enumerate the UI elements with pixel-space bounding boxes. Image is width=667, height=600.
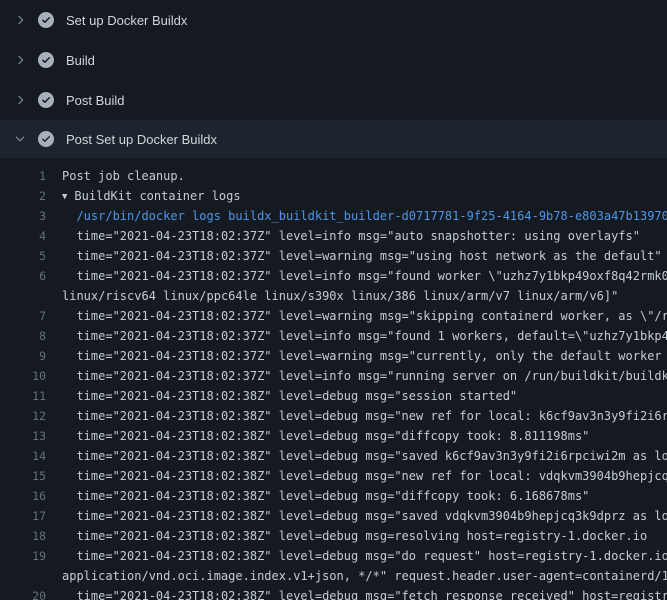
log-line-number[interactable]: 12 <box>0 406 46 426</box>
log-line-text: time="2021-04-23T18:02:38Z" level=debug … <box>62 489 589 503</box>
log-line-text: time="2021-04-23T18:02:38Z" level=debug … <box>62 589 667 600</box>
log-line-text: time="2021-04-23T18:02:38Z" level=debug … <box>62 449 667 463</box>
log-line-number[interactable]: 16 <box>0 486 46 506</box>
log-line: 19 ▼ time="2021-04-23T18:02:38Z" level=d… <box>0 546 667 566</box>
log-line-text: time="2021-04-23T18:02:38Z" level=debug … <box>62 469 667 483</box>
step-header[interactable]: Set up Docker Buildx <box>0 0 667 40</box>
step-label: Post Build <box>66 93 125 108</box>
step-list: Set up Docker Buildx Build <box>0 0 667 158</box>
log-line-text: time="2021-04-23T18:02:37Z" level=warnin… <box>62 249 662 263</box>
check-circle-icon <box>38 131 54 147</box>
check-circle-icon <box>38 52 54 68</box>
log-line-number[interactable]: 4 <box>0 226 46 246</box>
check-circle-icon <box>38 92 54 108</box>
log-line: 8 ▼ time="2021-04-23T18:02:37Z" level=in… <box>0 326 667 346</box>
log-line-text: time="2021-04-23T18:02:37Z" level=info m… <box>62 369 667 383</box>
log-line-text: time="2021-04-23T18:02:38Z" level=debug … <box>62 549 667 563</box>
log-line: ▼application/vnd.oci.image.index.v1+json… <box>0 566 667 586</box>
log-line-number[interactable]: 2 <box>0 186 46 206</box>
log-line-number[interactable]: 7 <box>0 306 46 326</box>
log-line: 17 ▼ time="2021-04-23T18:02:38Z" level=d… <box>0 506 667 526</box>
log-line-number[interactable]: 18 <box>0 526 46 546</box>
step-header[interactable]: Post Set up Docker Buildx <box>0 120 667 158</box>
log-line-text: time="2021-04-23T18:02:38Z" level=debug … <box>62 429 589 443</box>
log-line: 12 ▼ time="2021-04-23T18:02:38Z" level=d… <box>0 406 667 426</box>
log-line-number[interactable]: 6 <box>0 266 46 286</box>
log-line-text: linux/riscv64 linux/ppc64le linux/s390x … <box>62 289 618 303</box>
step-header[interactable]: Post Build <box>0 80 667 120</box>
check-circle-icon <box>38 12 54 28</box>
log-line: 15 ▼ time="2021-04-23T18:02:38Z" level=d… <box>0 466 667 486</box>
chevron-right-icon <box>12 12 28 28</box>
log-line-text: time="2021-04-23T18:02:38Z" level=debug … <box>62 509 667 523</box>
log-line: 14 ▼ time="2021-04-23T18:02:38Z" level=d… <box>0 446 667 466</box>
log-line-text: application/vnd.oci.image.index.v1+json,… <box>62 569 667 583</box>
log-line: 11 ▼ time="2021-04-23T18:02:38Z" level=d… <box>0 386 667 406</box>
log-line: 20 ▼ time="2021-04-23T18:02:38Z" level=d… <box>0 586 667 600</box>
log-line-number[interactable]: 5 <box>0 246 46 266</box>
log-lines: 1 ▼Post job cleanup. 2 ▼ BuildKit contain… <box>0 158 667 600</box>
log-line: 18 ▼ time="2021-04-23T18:02:38Z" level=d… <box>0 526 667 546</box>
log-line: 7 ▼ time="2021-04-23T18:02:37Z" level=wa… <box>0 306 667 326</box>
log-line-number[interactable]: 14 <box>0 446 46 466</box>
log-line-number[interactable]: 1 <box>0 166 46 186</box>
log-line: 6 ▼ time="2021-04-23T18:02:37Z" level=in… <box>0 266 667 286</box>
log-line: 16 ▼ time="2021-04-23T18:02:38Z" level=d… <box>0 486 667 506</box>
log-line-text: Post job cleanup. <box>62 169 185 183</box>
log-line-number[interactable]: 9 <box>0 346 46 366</box>
log-line: 9 ▼ time="2021-04-23T18:02:37Z" level=wa… <box>0 346 667 366</box>
log-line-text: BuildKit container logs <box>74 189 240 203</box>
log-line-number[interactable]: 20 <box>0 586 46 600</box>
log-line-text: time="2021-04-23T18:02:37Z" level=info m… <box>62 269 667 283</box>
log-line-text: time="2021-04-23T18:02:37Z" level=warnin… <box>62 349 667 363</box>
log-line-number[interactable]: 11 <box>0 386 46 406</box>
log-line: 4 ▼ time="2021-04-23T18:02:37Z" level=in… <box>0 226 667 246</box>
workflow-log-viewer: Set up Docker Buildx Build <box>0 0 667 600</box>
log-line-number[interactable] <box>0 286 46 306</box>
chevron-right-icon <box>12 92 28 108</box>
log-line: 5 ▼ time="2021-04-23T18:02:37Z" level=wa… <box>0 246 667 266</box>
log-line: 3 ▼ /usr/bin/docker logs buildx_buildkit… <box>0 206 667 226</box>
step-label: Build <box>66 53 95 68</box>
log-line: ▼linux/riscv64 linux/ppc64le linux/s390x… <box>0 286 667 306</box>
log-line-text: time="2021-04-23T18:02:37Z" level=info m… <box>62 229 640 243</box>
log-line-text: time="2021-04-23T18:02:37Z" level=info m… <box>62 329 667 343</box>
step-label: Set up Docker Buildx <box>66 13 187 28</box>
log-line-number[interactable]: 15 <box>0 466 46 486</box>
log-line-text: /usr/bin/docker logs buildx_buildkit_bui… <box>62 209 667 223</box>
log-line: 13 ▼ time="2021-04-23T18:02:38Z" level=d… <box>0 426 667 446</box>
log-line: 1 ▼Post job cleanup. <box>0 166 667 186</box>
log-line-text: time="2021-04-23T18:02:38Z" level=debug … <box>62 409 667 423</box>
log-line-number[interactable]: 13 <box>0 426 46 446</box>
log-line-number[interactable]: 17 <box>0 506 46 526</box>
log-group-triangle-down-icon[interactable]: ▼ <box>62 192 67 202</box>
log-line: 10 ▼ time="2021-04-23T18:02:37Z" level=i… <box>0 366 667 386</box>
step-header[interactable]: Build <box>0 40 667 80</box>
log-line-text: time="2021-04-23T18:02:38Z" level=debug … <box>62 529 647 543</box>
log-line-number[interactable]: 3 <box>0 206 46 226</box>
chevron-down-icon <box>12 131 28 147</box>
log-line-text: time="2021-04-23T18:02:38Z" level=debug … <box>62 389 517 403</box>
chevron-right-icon <box>12 52 28 68</box>
log-line-number[interactable]: 8 <box>0 326 46 346</box>
log-line-text: time="2021-04-23T18:02:37Z" level=warnin… <box>62 309 667 323</box>
log-line-number[interactable]: 19 <box>0 546 46 566</box>
step-label: Post Set up Docker Buildx <box>66 132 217 147</box>
log-line-number[interactable]: 10 <box>0 366 46 386</box>
log-line: 2 ▼ BuildKit container logs <box>0 186 667 206</box>
log-line-number[interactable] <box>0 566 46 586</box>
